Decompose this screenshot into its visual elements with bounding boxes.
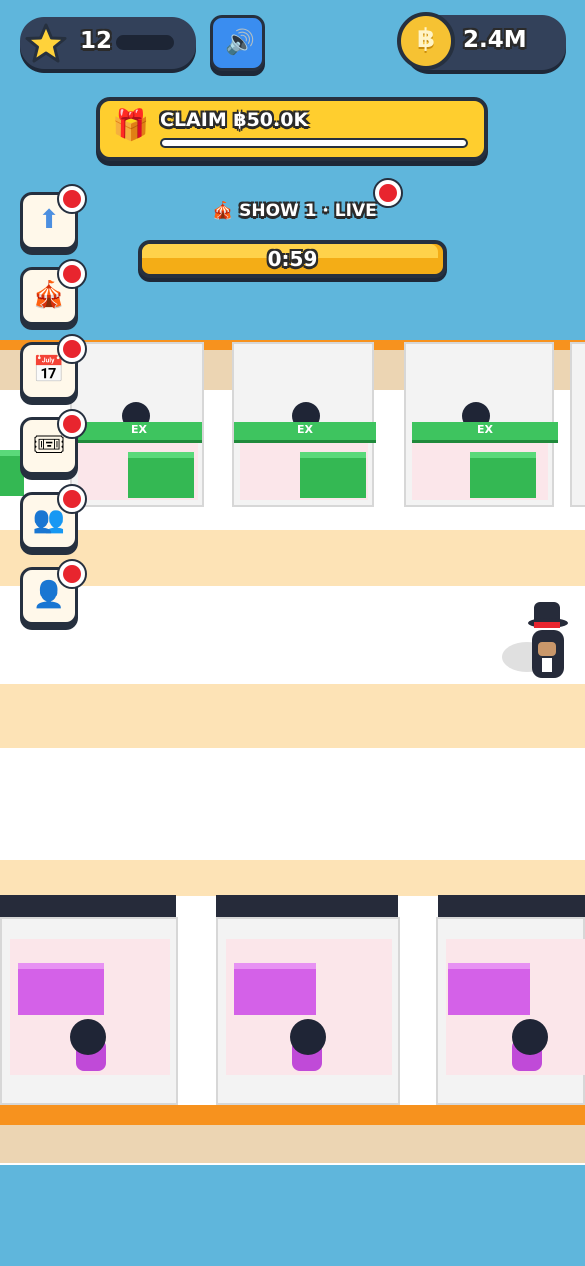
notification-dot [57,259,87,289]
star-progress-bar [116,35,174,50]
booth-bottom-1[interactable] [0,917,178,1105]
notification-dot [57,559,87,589]
sound-button[interactable]: 🔊 [210,15,265,71]
show-label: SHOW 1 · LIVE [239,201,377,221]
front-wall [0,1105,585,1125]
floor-stripe [0,530,585,586]
coin-balance: 2.4M [463,27,527,53]
visitor-head [290,1019,326,1055]
booth-roof [216,895,398,917]
star-icon [25,23,67,63]
notification-dot [57,184,87,214]
claim-label: CLAIM ฿50.0K [160,109,309,131]
booth-sign: EX [234,422,376,443]
visitor-head [70,1019,106,1055]
booth-sign: EX [76,422,202,443]
booth-roof [0,895,176,917]
booth-counter [300,452,366,498]
star-count: 12 [80,28,113,54]
booth-bottom-3[interactable] [436,917,585,1105]
claim-progress-bar [160,138,468,148]
circus-tent-icon: 🎪 [212,201,234,221]
booth-roof [438,895,585,917]
booth-top-3[interactable]: EX [404,342,558,507]
show-status: 🎪 SHOW 1 · LIVE [212,201,377,221]
player-magician[interactable] [502,602,574,682]
visitor-head [512,1019,548,1055]
booth-top-2[interactable]: EX [232,342,376,507]
booth-counter [18,963,104,1015]
notification-dot [373,178,403,208]
booth-sign: EX [412,422,558,443]
booth-counter [448,963,530,1015]
show-timer: 0:59 [267,247,318,271]
booth-top-1[interactable]: EX [70,342,204,507]
front-wall-base [0,1125,585,1163]
floor-stripe [0,684,585,748]
speaker-icon: 🔊 [225,28,255,56]
notification-dot [57,484,87,514]
coin-icon: ฿ [397,12,455,70]
notification-dot [57,409,87,439]
booth-bottom-2[interactable] [216,917,400,1105]
booth-counter [470,452,536,498]
booth-top-4 [570,342,585,507]
floor-stripe [0,860,585,896]
notification-dot [57,334,87,364]
booth-counter [128,452,194,498]
gift-icon: 🎁 [112,108,150,143]
game-floor: EX EX EX [0,340,585,1165]
booth-counter [234,963,316,1015]
